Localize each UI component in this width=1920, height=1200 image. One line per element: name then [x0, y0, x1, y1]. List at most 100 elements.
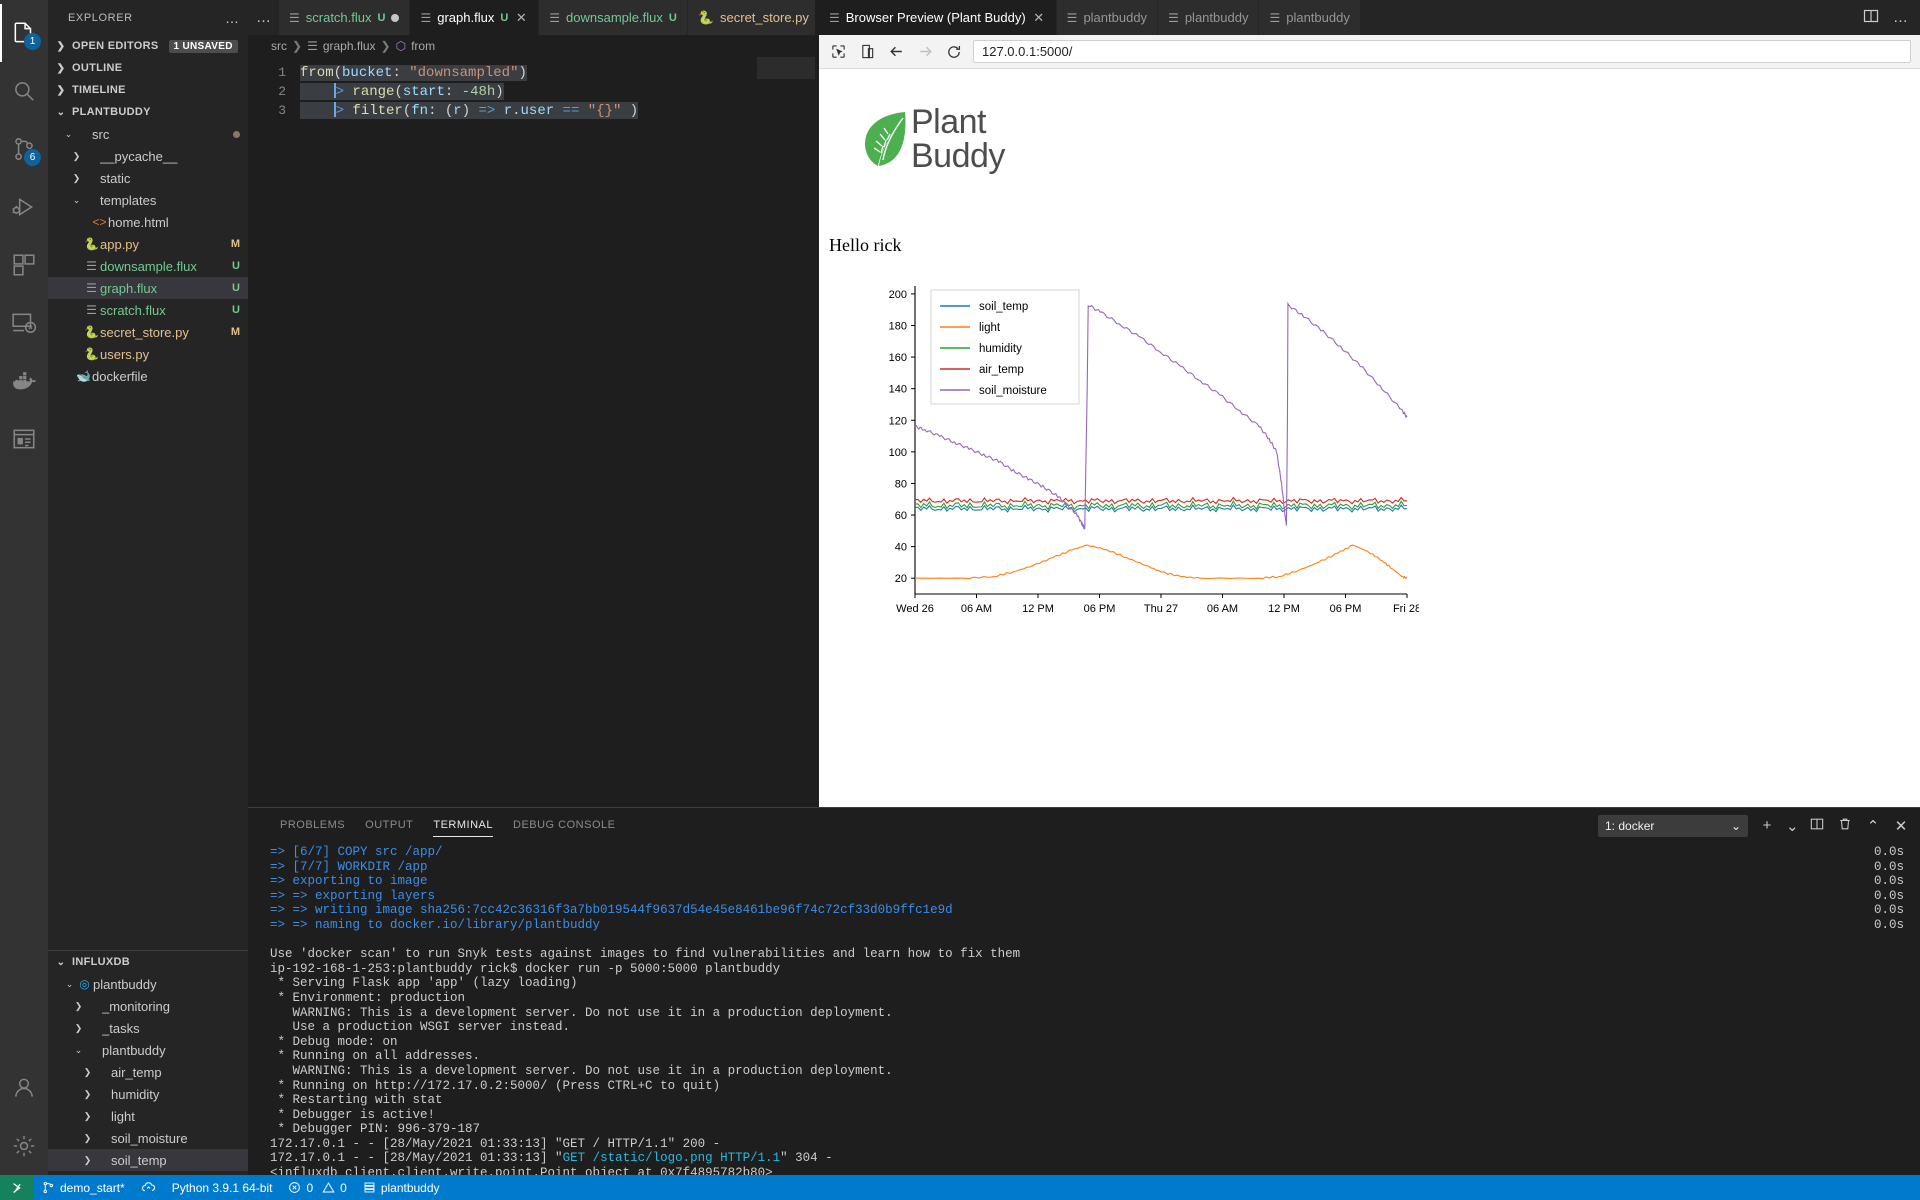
activity-item-run-debug[interactable]	[0, 178, 48, 236]
flux-icon: ☰	[307, 39, 318, 53]
terminal-line: * Serving Flask app 'app' (lazy loading)	[270, 976, 1920, 991]
editor-tab-secret-store-py[interactable]: 🐍secret_store.pyM	[688, 0, 815, 35]
activity-item-settings[interactable]	[0, 1117, 48, 1175]
editor-tabs-overflow-left[interactable]: …	[248, 0, 279, 35]
influx-tree-item-label: plantbuddy	[102, 1043, 240, 1058]
activity-item-accounts[interactable]	[0, 1059, 48, 1117]
influx-tree-item-plantbuddy[interactable]: ⌄plantbuddy	[48, 1039, 248, 1061]
inspect-element-icon[interactable]	[828, 42, 848, 62]
file-tree-item-home-html[interactable]: <>home.html	[48, 211, 248, 233]
file-tree-item-graph-flux[interactable]: ☰graph.fluxU	[48, 277, 248, 299]
tab-git-badge: U	[378, 12, 386, 24]
minimap-slider[interactable]	[757, 57, 815, 79]
file-tree-item-scratch-flux[interactable]: ☰scratch.fluxU	[48, 299, 248, 321]
dirty-indicator	[233, 131, 240, 138]
sidebar-section-plantbuddy[interactable]: ⌄ PLANTBUDDY	[48, 101, 248, 123]
x-tick-label: 06 PM	[1084, 603, 1116, 615]
editor-tab-downsample-flux[interactable]: ☰downsample.fluxU	[539, 0, 688, 35]
activity-item-explorer[interactable]: 1	[0, 4, 48, 62]
status-branch[interactable]: demo_start*	[34, 1175, 133, 1200]
panel-tab-problems[interactable]: PROBLEMS	[270, 808, 355, 843]
status-python-version[interactable]: Python 3.9.1 64-bit	[164, 1175, 281, 1200]
preview-more-actions-icon[interactable]: …	[1893, 9, 1908, 26]
file-tree-item-app-py[interactable]: 🐍app.pyM	[48, 233, 248, 255]
file-tree-item-src[interactable]: ⌄src	[48, 123, 248, 145]
preview-tab-plantbuddy-1[interactable]: ☰plantbuddy	[1057, 0, 1158, 35]
terminal-selector[interactable]: 1: docker ⌄	[1598, 815, 1748, 837]
sidebar-section-open-editors[interactable]: ❯ OPEN EDITORS 1 UNSAVED	[48, 35, 248, 57]
file-tree-item-dockerfile[interactable]: 🐋dockerfile	[48, 365, 248, 387]
new-terminal-icon[interactable]: +	[1758, 817, 1776, 834]
editor-tab-label: downsample.flux	[566, 10, 663, 25]
activity-item-source-control[interactable]: 6	[0, 120, 48, 178]
editor-tab-graph-flux[interactable]: ☰graph.fluxU✕	[410, 0, 539, 35]
sidebar-section-influxdb[interactable]: ⌄ INFLUXDB	[48, 951, 248, 973]
breadcrumb-item-symbol[interactable]: from	[411, 39, 435, 53]
influx-tree-item-air-temp[interactable]: ❯air_temp	[48, 1061, 248, 1083]
sidebar-section-timeline[interactable]: ❯ TIMELINE	[48, 79, 248, 101]
git-status-badge: M	[225, 326, 240, 338]
sidebar-section-outline[interactable]: ❯ OUTLINE	[48, 57, 248, 79]
activity-item-search[interactable]	[0, 62, 48, 120]
explorer-badge: 1	[24, 33, 41, 50]
url-input[interactable]: 127.0.0.1:5000/	[973, 40, 1911, 63]
editor-tab-scratch-flux[interactable]: ☰scratch.fluxU	[279, 0, 410, 35]
status-sync[interactable]	[133, 1175, 164, 1200]
influx-tree-item-humidity[interactable]: ❯humidity	[48, 1083, 248, 1105]
new-terminal-dropdown-icon[interactable]: ⌄	[1786, 817, 1798, 835]
terminal-link[interactable]: GET /static/logo.png HTTP/1.1	[563, 1151, 781, 1165]
file-tree-item-users-py[interactable]: 🐍users.py	[48, 343, 248, 365]
y-tick-label: 160	[889, 352, 907, 364]
status-remote-indicator[interactable]	[0, 1175, 34, 1200]
reload-icon[interactable]	[944, 42, 964, 62]
influx-tree-item--monitoring[interactable]: ❯_monitoring	[48, 995, 248, 1017]
activity-item-browser-preview[interactable]	[0, 410, 48, 468]
line-number: 2	[248, 84, 300, 99]
sidebar-more-actions-icon[interactable]: …	[225, 10, 240, 26]
file-tree-item-static[interactable]: ❯static	[48, 167, 248, 189]
file-tree-item-secret-store-py[interactable]: 🐍secret_store.pyM	[48, 321, 248, 343]
plant-buddy-logo: Plant Buddy	[861, 105, 1920, 173]
legend-label-soil_moisture: soil_moisture	[979, 385, 1047, 397]
chevron-right-icon: ❯	[81, 1067, 94, 1078]
device-toggle-icon[interactable]	[857, 42, 877, 62]
preview-tab-plantbuddy-3[interactable]: ☰plantbuddy	[1259, 0, 1360, 35]
forward-arrow-icon[interactable]	[915, 42, 935, 62]
influx-tree-item-soil-moisture[interactable]: ❯soil_moisture	[48, 1127, 248, 1149]
activity-item-docker[interactable]	[0, 352, 48, 410]
preview-tab-bar: ☰Browser Preview (Plant Buddy)✕☰plantbud…	[819, 0, 1920, 35]
split-editor-icon[interactable]	[1863, 8, 1879, 28]
chevron-right-icon: ❯	[292, 39, 302, 53]
activity-item-extensions[interactable]	[0, 236, 48, 294]
breadcrumb-item-src[interactable]: src	[271, 39, 287, 53]
back-arrow-icon[interactable]	[886, 42, 906, 62]
terminal-selector-value: 1: docker	[1605, 819, 1654, 833]
influx-tree-item-soil-temp[interactable]: ❯soil_temp	[48, 1149, 248, 1171]
x-tick-label: 06 PM	[1330, 603, 1362, 615]
terminal-output[interactable]: => [6/7] COPY src /app/0.0s=> [7/7] WORK…	[248, 843, 1920, 1175]
trash-icon[interactable]	[1836, 817, 1854, 835]
split-terminal-icon[interactable]	[1808, 817, 1826, 835]
activity-item-remote-explorer[interactable]	[0, 294, 48, 352]
influx-tree-item--tasks[interactable]: ❯_tasks	[48, 1017, 248, 1039]
status-problems[interactable]: 0 0	[280, 1175, 354, 1200]
code-editor[interactable]: 1 from(bucket:·"downsampled") 2 ····>·ra…	[248, 57, 815, 807]
file-tree-item-downsample-flux[interactable]: ☰downsample.fluxU	[48, 255, 248, 277]
influxdb-icon: ◎	[76, 977, 93, 991]
preview-tab-plantbuddy-2[interactable]: ☰plantbuddy	[1158, 0, 1259, 35]
file-tree-item--pycache-[interactable]: ❯__pycache__	[48, 145, 248, 167]
close-panel-icon[interactable]: ✕	[1892, 817, 1910, 835]
panel-tab-output[interactable]: OUTPUT	[355, 808, 423, 843]
panel-tab-terminal[interactable]: TERMINAL	[423, 808, 503, 843]
panel-tab-debug-console[interactable]: DEBUG CONSOLE	[503, 808, 625, 843]
tab-close-icon[interactable]: ✕	[514, 10, 528, 26]
influx-tree-item-light[interactable]: ❯light	[48, 1105, 248, 1127]
influx-tree-item-plantbuddy[interactable]: ⌄◎plantbuddy	[48, 973, 248, 995]
maximize-panel-icon[interactable]: ⌃	[1864, 817, 1882, 835]
tab-close-icon[interactable]: ✕	[1032, 10, 1046, 26]
file-tree-item-templates[interactable]: ⌄templates	[48, 189, 248, 211]
breadcrumb-item-file[interactable]: graph.flux	[323, 39, 376, 53]
preview-tab-browser-preview[interactable]: ☰Browser Preview (Plant Buddy)✕	[819, 0, 1057, 35]
status-database[interactable]: plantbuddy	[355, 1175, 448, 1200]
x-tick-label: 06 AM	[961, 603, 992, 615]
